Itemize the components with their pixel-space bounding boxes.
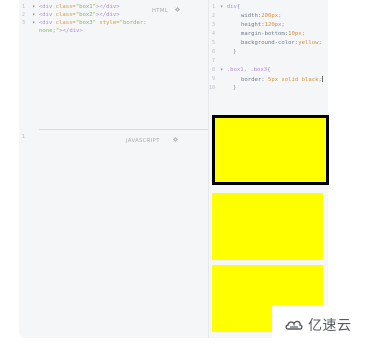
line-number: 9 [211, 76, 215, 82]
line-number: 1 [21, 4, 25, 10]
javascript-pane-label: JAVASCRIPT [126, 138, 160, 144]
css-brace: { [267, 67, 271, 73]
line-number: 7 [211, 58, 215, 64]
code-editor: 1 ▾ <div class="box1"></div> 2 ▾ <div cl… [19, 0, 329, 338]
html-open-tag: <div [38, 4, 56, 10]
css-property: border: [241, 77, 265, 83]
result-box-1 [212, 115, 329, 185]
css-brace: { [236, 4, 241, 10]
css-pane[interactable]: 1 ▾ div{ 2 width:200px; 3 height:120px; … [209, 0, 328, 106]
html-open-tag: <div [38, 20, 56, 26]
html-string: "box1" [75, 4, 97, 10]
html-attr: class= [55, 12, 76, 18]
html-close-tag: ></div> [96, 12, 120, 18]
line-number: 2 [21, 12, 25, 18]
settings-icon[interactable] [172, 136, 179, 143]
css-value: 120px [264, 22, 282, 28]
css-value: 5px solid black [267, 77, 319, 83]
html-attr: class= [55, 20, 76, 26]
fold-toggle-icon[interactable]: ▾ [32, 4, 35, 10]
html-pane-label: HTML [152, 8, 169, 14]
settings-icon[interactable] [174, 6, 181, 13]
html-close-tag: ></div> [59, 28, 83, 34]
html-string-cont: none;" [39, 28, 60, 34]
watermark: 亿速云 [272, 305, 372, 345]
css-property: background-color: [241, 40, 299, 46]
line-number: 10 [208, 85, 215, 91]
css-value: 10px [288, 31, 302, 37]
line-number: 1 [21, 134, 25, 140]
line-number: 5 [211, 40, 215, 46]
result-pane[interactable] [209, 110, 329, 338]
line-number: 3 [211, 22, 215, 28]
line-number: 6 [211, 49, 215, 55]
css-brace: } [233, 49, 237, 55]
html-close-tag: ></div> [96, 4, 120, 10]
result-box-2 [212, 193, 323, 260]
fold-toggle-icon[interactable]: ▾ [220, 67, 223, 73]
watermark-text: 亿速云 [308, 318, 352, 334]
line-number: 2 [211, 13, 215, 19]
css-selector: .box1, .box3 [226, 67, 268, 73]
html-string: "box3" [75, 20, 97, 26]
html-string-style: "border: [119, 20, 147, 26]
line-number: 1 [211, 4, 215, 10]
css-property: margin-bottom: [241, 31, 289, 37]
html-string: "box2" [75, 12, 97, 18]
fold-toggle-icon[interactable]: ▾ [32, 12, 35, 18]
line-number: 8 [211, 67, 215, 73]
css-value: 200px [261, 13, 279, 19]
css-semicolon: ; [318, 40, 322, 46]
css-property: width: [241, 13, 262, 19]
line-number: 3 [21, 20, 25, 26]
css-property: height: [241, 22, 265, 28]
cloud-logo-icon [285, 320, 303, 330]
css-semicolon: ; [278, 13, 282, 19]
fold-toggle-icon[interactable]: ▾ [32, 20, 35, 26]
css-selector: div [226, 4, 237, 10]
javascript-pane[interactable]: 1 JAVASCRIPT [19, 129, 208, 338]
css-semicolon: ; [281, 22, 285, 28]
html-pane[interactable]: 1 ▾ <div class="box1"></div> 2 ▾ <div cl… [19, 0, 208, 115]
line-number: 4 [211, 31, 215, 37]
html-open-tag: <div [38, 12, 56, 18]
text-cursor [321, 76, 323, 82]
css-semicolon: ; [301, 31, 306, 37]
fold-toggle-icon[interactable]: ▾ [220, 4, 223, 10]
html-attr-style: style= [96, 20, 120, 26]
css-value: yellow [298, 40, 319, 46]
pane-divider[interactable] [39, 129, 208, 130]
css-brace: } [233, 85, 237, 91]
html-attr: class= [55, 4, 76, 10]
